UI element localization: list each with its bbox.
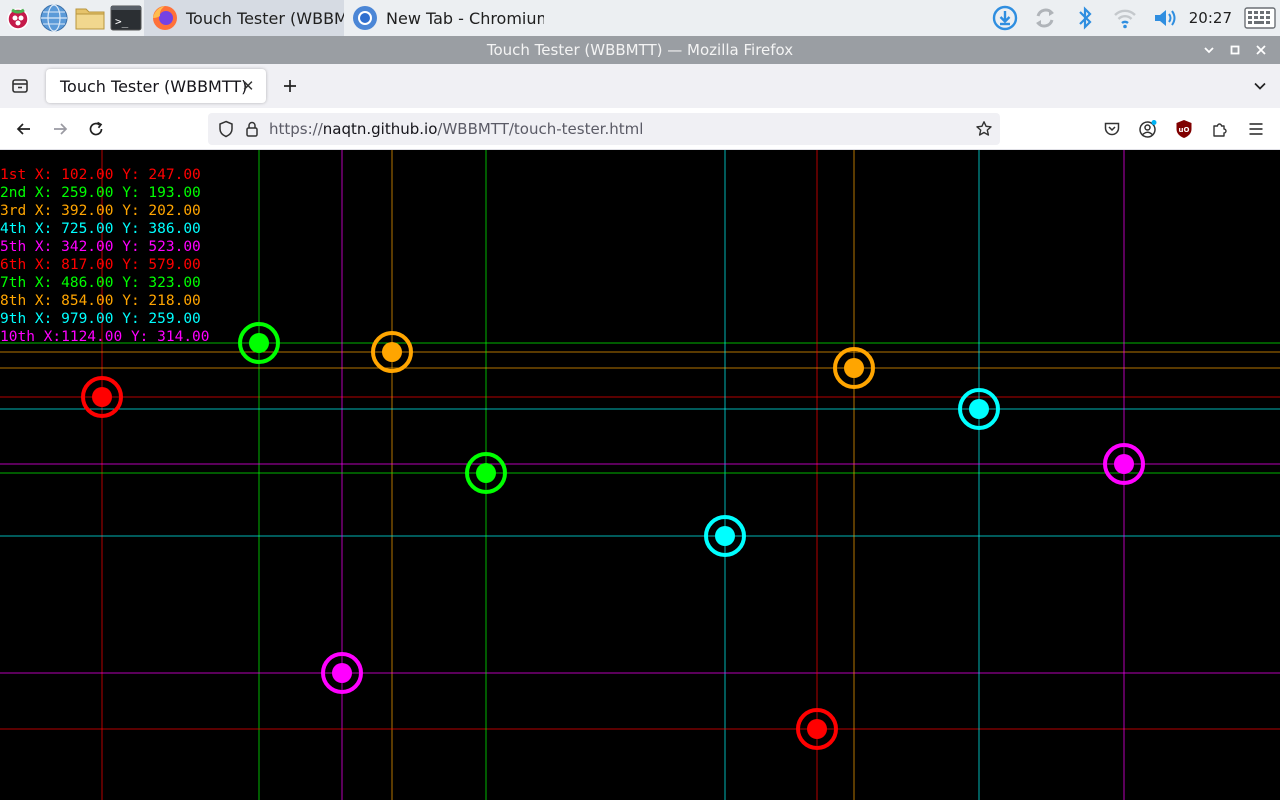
svg-text:>_: >_ bbox=[115, 15, 129, 28]
terminal-icon[interactable]: >_ bbox=[108, 0, 144, 36]
taskbar-task-label: New Tab - Chromium bbox=[386, 8, 544, 28]
browser-nav-bar: https://naqtn.github.io/WBBMTT/touch-tes… bbox=[0, 108, 1280, 150]
reload-icon[interactable] bbox=[82, 115, 110, 143]
touch-tester-canvas[interactable]: 1st X: 102.00 Y: 247.00 2nd X: 259.00 Y: … bbox=[0, 150, 1280, 800]
maximize-icon[interactable] bbox=[1222, 36, 1248, 64]
bluetooth-icon[interactable] bbox=[1065, 0, 1105, 36]
window-titlebar[interactable]: Touch Tester (WBBMTT) — Mozilla Firefox bbox=[0, 36, 1280, 64]
touch-readout-line-2: 2nd X: 259.00 Y: 193.00 bbox=[0, 185, 201, 201]
forward-arrow-icon[interactable] bbox=[46, 115, 74, 143]
os-taskbar: >_ Touch Tester (WBBM… New Tab - Chromiu… bbox=[0, 0, 1280, 36]
taskbar-task-label: Touch Tester (WBBM… bbox=[186, 8, 344, 28]
tab-title: Touch Tester (WBBMTT) bbox=[60, 76, 248, 96]
raspberry-menu-icon[interactable] bbox=[0, 0, 36, 36]
touch-readout-line-9: 9th X: 979.00 Y: 259.00 bbox=[0, 311, 201, 327]
touch-readout-line-1: 1st X: 102.00 Y: 247.00 bbox=[0, 167, 201, 183]
url-scheme: https:// bbox=[269, 120, 323, 138]
chromium-icon bbox=[350, 3, 380, 33]
taskbar-task-firefox[interactable]: Touch Tester (WBBM… bbox=[144, 0, 344, 36]
window-controls bbox=[1196, 36, 1274, 64]
sync-icon[interactable] bbox=[1025, 0, 1065, 36]
extensions-puzzle-icon[interactable] bbox=[1206, 115, 1234, 143]
touch-readout-line-10: 10th X:1124.00 Y: 314.00 bbox=[0, 329, 210, 345]
close-tab-icon[interactable]: ✕ bbox=[238, 76, 258, 96]
minimize-icon[interactable] bbox=[1196, 36, 1222, 64]
tab-touch-tester[interactable]: Touch Tester (WBBMTT) ✕ bbox=[46, 69, 266, 103]
tracking-protection-shield-icon[interactable] bbox=[212, 115, 240, 143]
back-arrow-icon[interactable] bbox=[10, 115, 38, 143]
touch-readout-line-6: 6th X: 817.00 Y: 579.00 bbox=[0, 257, 201, 273]
virtual-keyboard-icon[interactable] bbox=[1240, 0, 1280, 36]
new-tab-icon[interactable] bbox=[276, 72, 304, 100]
touch-readout-line-4: 4th X: 725.00 Y: 386.00 bbox=[0, 221, 201, 237]
url-text[interactable]: https://naqtn.github.io/WBBMTT/touch-tes… bbox=[269, 120, 643, 138]
firefox-view-icon[interactable] bbox=[6, 72, 34, 100]
touch-readout-line-5: 5th X: 342.00 Y: 523.00 bbox=[0, 239, 201, 255]
clock[interactable]: 20:27 bbox=[1185, 9, 1240, 27]
hamburger-menu-icon[interactable] bbox=[1242, 115, 1270, 143]
close-window-icon[interactable] bbox=[1248, 36, 1274, 64]
url-path: /WBBMTT/touch-tester.html bbox=[437, 120, 644, 138]
pocket-icon[interactable] bbox=[1098, 115, 1126, 143]
system-tray: 20:27 bbox=[985, 0, 1280, 36]
firefox-icon bbox=[150, 3, 180, 33]
window-title: Touch Tester (WBBMTT) — Mozilla Firefox bbox=[486, 41, 794, 59]
lock-icon[interactable] bbox=[238, 115, 266, 143]
taskbar-task-chromium[interactable]: New Tab - Chromium bbox=[344, 0, 544, 36]
touch-readout-line-3: 3rd X: 392.00 Y: 202.00 bbox=[0, 203, 201, 219]
browser-tab-strip: Touch Tester (WBBMTT) ✕ bbox=[0, 64, 1280, 108]
download-icon[interactable] bbox=[985, 0, 1025, 36]
ublock-origin-icon[interactable]: uO bbox=[1170, 115, 1198, 143]
volume-icon[interactable] bbox=[1145, 0, 1185, 36]
touch-readout-line-7: 7th X: 486.00 Y: 323.00 bbox=[0, 275, 201, 291]
touch-readout-line-8: 8th X: 854.00 Y: 218.00 bbox=[0, 293, 201, 309]
account-icon[interactable] bbox=[1134, 115, 1162, 143]
url-host: naqtn.github.io bbox=[322, 120, 438, 138]
wifi-icon[interactable] bbox=[1105, 0, 1145, 36]
bookmark-star-icon[interactable] bbox=[970, 115, 998, 143]
svg-text:uO: uO bbox=[1179, 126, 1190, 134]
web-browser-icon[interactable] bbox=[36, 0, 72, 36]
touch-readout-list: 1st X: 102.00 Y: 247.00 2nd X: 259.00 Y: … bbox=[0, 166, 210, 346]
list-all-tabs-icon[interactable] bbox=[1246, 72, 1274, 100]
address-bar[interactable]: https://naqtn.github.io/WBBMTT/touch-tes… bbox=[208, 113, 1000, 145]
file-manager-icon[interactable] bbox=[72, 0, 108, 36]
